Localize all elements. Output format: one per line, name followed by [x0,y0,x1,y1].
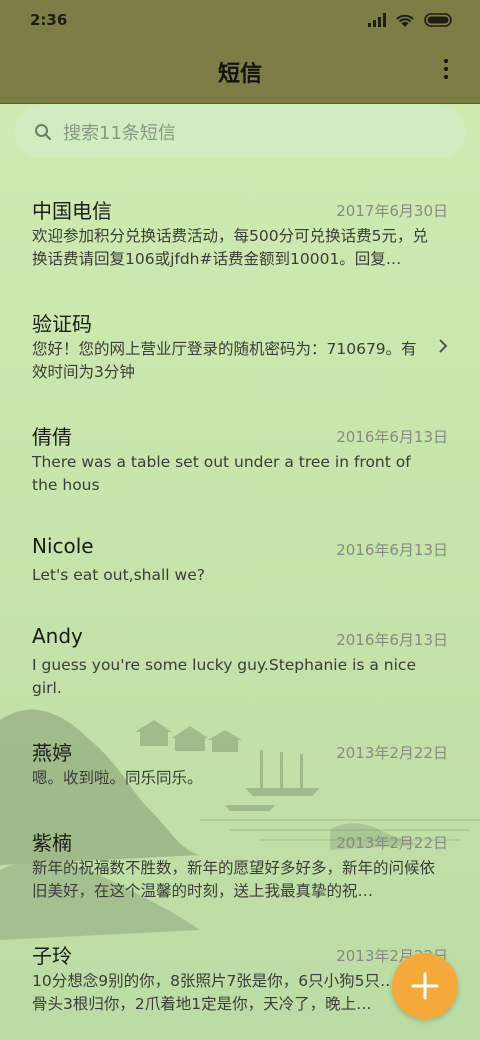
message-date: 2016年6月13日 [336,631,448,649]
message-preview: There was a table set out under a tree i… [32,453,411,494]
message-preview: I guess you're some lucky guy.Stephanie … [32,656,416,697]
message-preview: 您好！您的网上营业厅登录的随机密码为：710679。有效时间为3分钟 [32,340,417,381]
page-title: 短信 [217,62,262,87]
more-options-button[interactable] [438,56,454,82]
more-dot-icon [444,67,448,71]
list-item[interactable]: 紫楠 2013年2月22日 新年的祝福数不胜数，新年的愿望好多好多，新年的问候依… [0,802,480,910]
message-preview: 欢迎参加积分兑换话费活动，每500分可兑换话费5元，兑换话费请回复106或jfd… [32,227,428,268]
list-item[interactable]: 倩倩 2016年6月13日 There was a table set out … [0,396,480,504]
message-date: 2013年2月22日 [336,834,448,852]
more-dot-icon [444,75,448,79]
search-placeholder: 搜索11条短信 [63,122,176,144]
battery-icon [424,13,452,27]
contact-name: 倩倩 [32,425,72,449]
contact-name: 燕婷 [32,741,72,765]
list-item[interactable]: 中国电信 2017年6月30日 欢迎参加积分兑换话费活动，每500分可兑换话费5… [0,170,480,278]
contact-name: 验证码 [32,312,92,336]
search-icon [35,123,52,140]
message-preview: 嗯。收到啦。同乐同乐。 [32,769,203,787]
list-item[interactable]: 验证码 您好！您的网上营业厅登录的随机密码为：710679。有效时间为3分钟 [0,283,480,391]
search-input[interactable]: 搜索11条短信 [15,105,466,158]
list-item[interactable]: Nicole 2016年6月13日 Let's eat out,shall we… [0,509,480,595]
more-dot-icon [444,59,448,63]
status-time: 2:36 [30,11,68,29]
app-header: 2:36 短信 [0,0,480,104]
message-preview: 10分想念9别的你，8张照片7张是你，6只小狗5只…4根骨头3根归你，2爪着地1… [32,972,421,1013]
contact-name: 中国电信 [32,199,112,223]
message-date: 2016年6月13日 [336,541,448,559]
message-preview: 新年的祝福数不胜数，新年的愿望好多好多，新年的问候依旧美好，在这个温馨的时刻，送… [32,859,436,900]
message-date: 2013年2月22日 [336,744,448,762]
message-date: 2017年6月30日 [336,202,448,220]
wifi-icon [396,14,414,27]
signal-icon [368,13,386,27]
message-date: 2016年6月13日 [336,428,448,446]
contact-name: Andy [32,624,83,648]
contact-name: Nicole [32,534,94,558]
contact-name: 子玲 [32,944,72,968]
chevron-right-icon [439,339,448,353]
plus-icon [411,972,439,1000]
contact-name: 紫楠 [32,831,72,855]
message-preview: Let's eat out,shall we? [32,566,205,584]
list-item[interactable]: 燕婷 2013年2月22日 嗯。收到啦。同乐同乐。 [0,712,480,798]
new-message-button[interactable] [392,953,458,1019]
list-item[interactable]: Andy 2016年6月13日 I guess you're some luck… [0,599,480,707]
status-icons [368,12,454,28]
